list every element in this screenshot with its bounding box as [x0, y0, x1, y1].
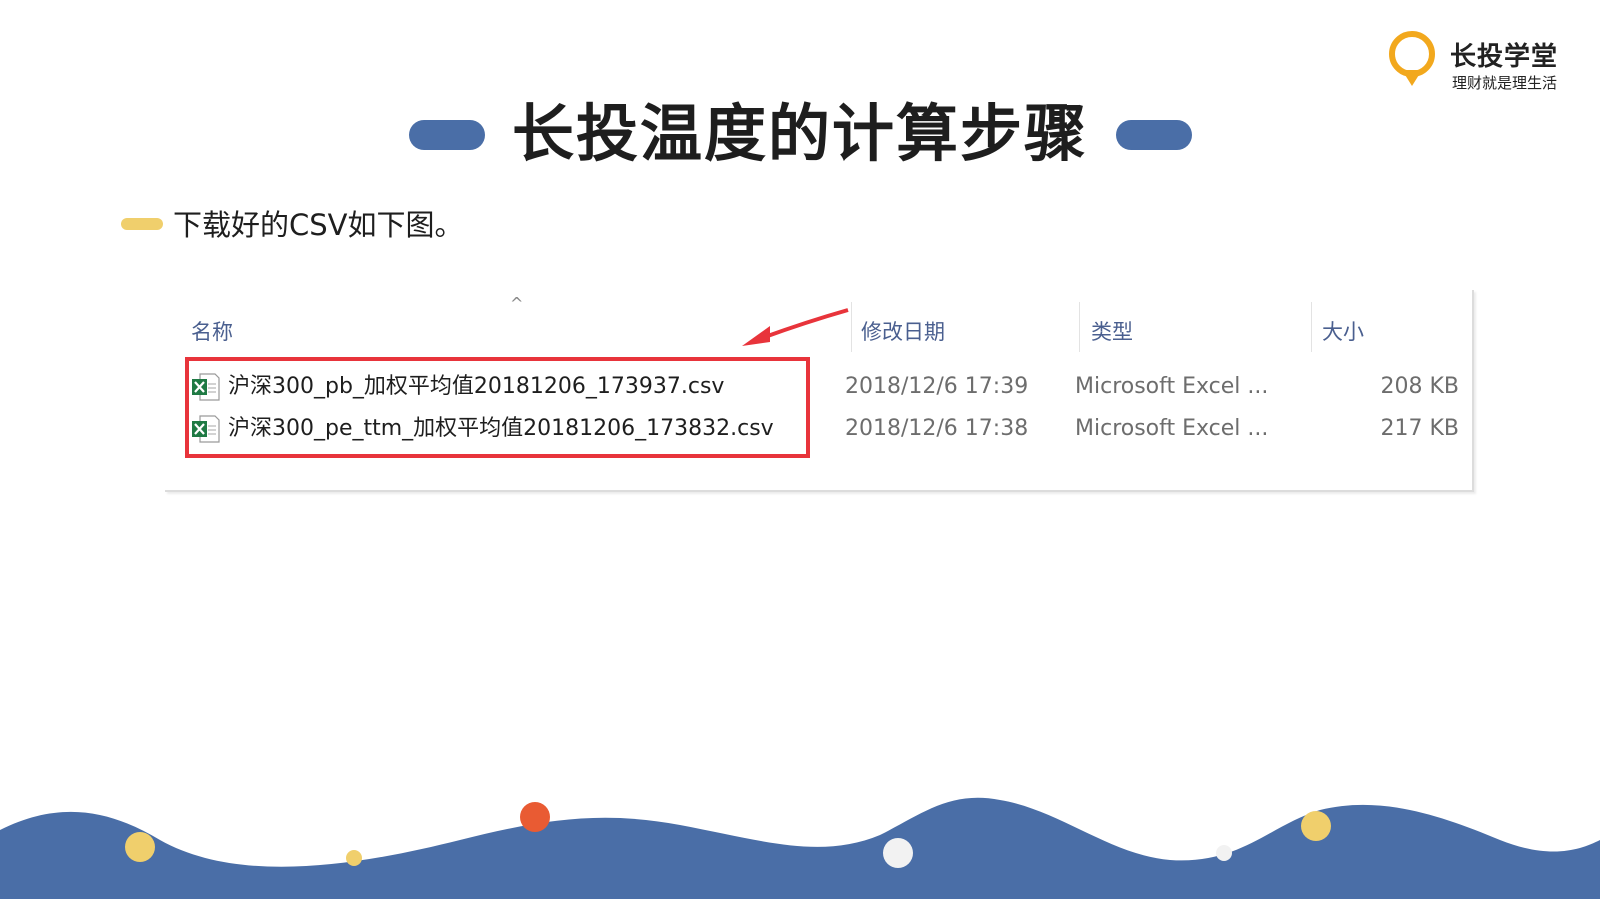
decorative-dot [125, 832, 155, 862]
column-header-size[interactable]: 大小 [1322, 316, 1364, 346]
decorative-dot [883, 838, 913, 868]
sort-ascending-icon[interactable]: ^ [510, 294, 523, 313]
bullet-marker [121, 218, 163, 230]
title-bar: 长投温度的计算步骤 [0, 92, 1600, 176]
annotation-arrow-icon [742, 308, 849, 346]
lightbulb-logo-icon [1389, 31, 1435, 86]
column-header-type[interactable]: 类型 [1091, 316, 1133, 346]
file-type: Microsoft Excel ... [1075, 416, 1269, 441]
file-type: Microsoft Excel ... [1075, 374, 1269, 399]
file-modified-date: 2018/12/6 17:39 [845, 374, 1029, 399]
file-modified-date: 2018/12/6 17:38 [845, 416, 1029, 441]
annotation-highlight-box [185, 357, 810, 458]
file-size: 217 KB [1380, 416, 1459, 441]
page-title: 长投温度的计算步骤 [511, 97, 1088, 170]
brand-logo: 长投学堂 理财就是理生活 [1388, 30, 1588, 92]
column-header-modified[interactable]: 修改日期 [861, 316, 945, 346]
decorative-dot [1301, 811, 1331, 841]
decorative-dot [346, 850, 362, 866]
brand-name: 长投学堂 [1450, 42, 1559, 72]
decorative-dot [1216, 845, 1232, 861]
title-right-pill [1116, 120, 1192, 150]
file-size: 208 KB [1380, 374, 1459, 399]
column-divider[interactable] [851, 302, 852, 352]
brand-slogan: 理财就是理生活 [1452, 74, 1558, 92]
bullet-text: 下载好的CSV如下图。 [173, 208, 464, 242]
file-explorer-list: ^ 名称 修改日期 类型 大小 沪深300_pb_加权平均值20181206_1… [165, 290, 1474, 492]
decorative-dot [520, 802, 550, 832]
column-divider[interactable] [1311, 302, 1312, 352]
decorative-wave-footer [0, 797, 1600, 899]
title-left-pill [409, 120, 485, 150]
column-divider[interactable] [1079, 302, 1080, 352]
column-header-name[interactable]: 名称 [191, 316, 233, 346]
